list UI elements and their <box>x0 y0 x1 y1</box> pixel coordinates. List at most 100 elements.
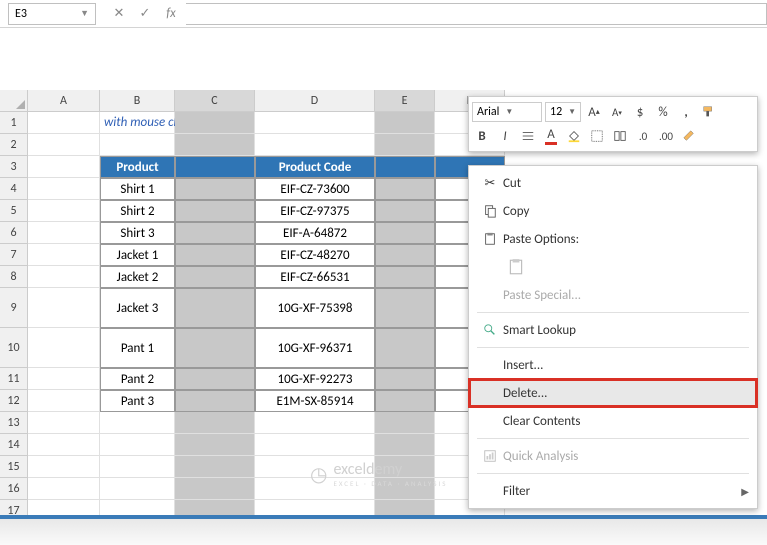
comma-format-icon[interactable]: , <box>676 102 696 122</box>
cell[interactable]: 10G-XF-92273 <box>255 368 375 390</box>
cell[interactable]: Pant 2 <box>100 368 175 390</box>
cell[interactable] <box>175 178 255 200</box>
font-color-icon[interactable]: A <box>541 126 561 146</box>
cell[interactable] <box>28 178 100 200</box>
menu-delete[interactable]: Delete... <box>469 379 757 407</box>
cell[interactable] <box>28 328 100 368</box>
cell[interactable]: Pant 3 <box>100 390 175 412</box>
cell[interactable] <box>28 112 100 134</box>
cell[interactable] <box>28 222 100 244</box>
cell[interactable] <box>28 434 100 456</box>
cell[interactable]: Product <box>100 156 175 178</box>
cell[interactable]: 10G-XF-75398 <box>255 288 375 328</box>
cell[interactable] <box>255 434 375 456</box>
cell[interactable] <box>375 178 435 200</box>
cell[interactable]: EIF-CZ-48270 <box>255 244 375 266</box>
cell[interactable]: EIF-CZ-97375 <box>255 200 375 222</box>
row-header-1[interactable]: 1 <box>0 112 28 134</box>
cell[interactable]: Jacket 1 <box>100 244 175 266</box>
cell[interactable] <box>28 412 100 434</box>
cell[interactable] <box>175 266 255 288</box>
cell[interactable] <box>28 456 100 478</box>
cell[interactable] <box>375 434 435 456</box>
bold-icon[interactable]: B <box>472 126 492 146</box>
cell[interactable] <box>175 222 255 244</box>
row-header-14[interactable]: 14 <box>0 434 28 456</box>
cell[interactable] <box>100 412 175 434</box>
cell[interactable] <box>175 478 255 500</box>
cell[interactable] <box>28 156 100 178</box>
cell[interactable] <box>28 368 100 390</box>
cell[interactable] <box>28 288 100 328</box>
menu-copy[interactable]: Copy <box>469 197 757 225</box>
menu-filter[interactable]: Filter ▶ <box>469 477 757 505</box>
font-size-select[interactable]: 12 ▼ <box>545 102 581 122</box>
percent-format-icon[interactable]: % <box>653 102 673 122</box>
menu-cut[interactable]: ✂ Cut <box>469 169 757 197</box>
cell[interactable] <box>255 134 375 156</box>
cell[interactable] <box>175 200 255 222</box>
row-header-3[interactable]: 3 <box>0 156 28 178</box>
cell[interactable] <box>175 244 255 266</box>
row-header-16[interactable]: 16 <box>0 478 28 500</box>
cell[interactable] <box>175 434 255 456</box>
cell[interactable] <box>375 200 435 222</box>
column-header-e[interactable]: E <box>375 90 435 112</box>
cell[interactable] <box>375 244 435 266</box>
menu-clear-contents[interactable]: Clear Contents <box>469 407 757 435</box>
format-cells-icon[interactable] <box>679 126 699 146</box>
cell[interactable] <box>375 134 435 156</box>
chevron-down-icon[interactable]: ▼ <box>80 8 89 19</box>
row-header-8[interactable]: 8 <box>0 266 28 288</box>
borders-icon[interactable] <box>587 126 607 146</box>
cell[interactable] <box>375 222 435 244</box>
font-name-select[interactable]: Arial ▼ <box>472 102 542 122</box>
cell[interactable] <box>175 328 255 368</box>
cell[interactable] <box>375 390 435 412</box>
cell[interactable]: 10G-XF-96371 <box>255 328 375 368</box>
cell[interactable] <box>100 134 175 156</box>
formula-input[interactable] <box>186 3 767 25</box>
cell[interactable]: Jacket 2 <box>100 266 175 288</box>
fx-icon[interactable]: fx <box>160 3 182 25</box>
cell[interactable] <box>375 156 435 178</box>
column-header-c[interactable]: C <box>175 90 255 112</box>
row-header-6[interactable]: 6 <box>0 222 28 244</box>
cell[interactable]: Product Code <box>255 156 375 178</box>
cell[interactable]: with mouse click <box>100 112 175 134</box>
menu-smart-lookup[interactable]: Smart Lookup <box>469 316 757 344</box>
cell[interactable] <box>28 478 100 500</box>
cell[interactable]: Shirt 3 <box>100 222 175 244</box>
cell[interactable] <box>28 266 100 288</box>
cell[interactable] <box>375 368 435 390</box>
cell[interactable] <box>28 200 100 222</box>
cell[interactable] <box>28 244 100 266</box>
row-header-2[interactable]: 2 <box>0 134 28 156</box>
select-all-button[interactable] <box>0 90 28 112</box>
cell[interactable] <box>175 112 255 134</box>
row-header-11[interactable]: 11 <box>0 368 28 390</box>
cell[interactable]: Shirt 2 <box>100 200 175 222</box>
decrease-font-icon[interactable]: A▾ <box>607 102 627 122</box>
row-header-10[interactable]: 10 <box>0 328 28 368</box>
cell[interactable] <box>175 368 255 390</box>
menu-insert[interactable]: Insert... <box>469 351 757 379</box>
cell[interactable]: EIF-CZ-73600 <box>255 178 375 200</box>
cell[interactable] <box>375 288 435 328</box>
cell[interactable] <box>175 456 255 478</box>
cell[interactable] <box>100 478 175 500</box>
cell[interactable] <box>175 156 255 178</box>
cell[interactable] <box>175 390 255 412</box>
row-header-9[interactable]: 9 <box>0 288 28 328</box>
column-header-b[interactable]: B <box>100 90 175 112</box>
cell[interactable] <box>175 288 255 328</box>
cell[interactable] <box>175 412 255 434</box>
align-icon[interactable] <box>518 126 538 146</box>
cell[interactable] <box>375 328 435 368</box>
cell[interactable] <box>375 266 435 288</box>
cell[interactable] <box>255 412 375 434</box>
cell[interactable]: Shirt 1 <box>100 178 175 200</box>
cell[interactable] <box>100 456 175 478</box>
cell[interactable] <box>255 112 375 134</box>
fill-color-icon[interactable] <box>564 126 584 146</box>
